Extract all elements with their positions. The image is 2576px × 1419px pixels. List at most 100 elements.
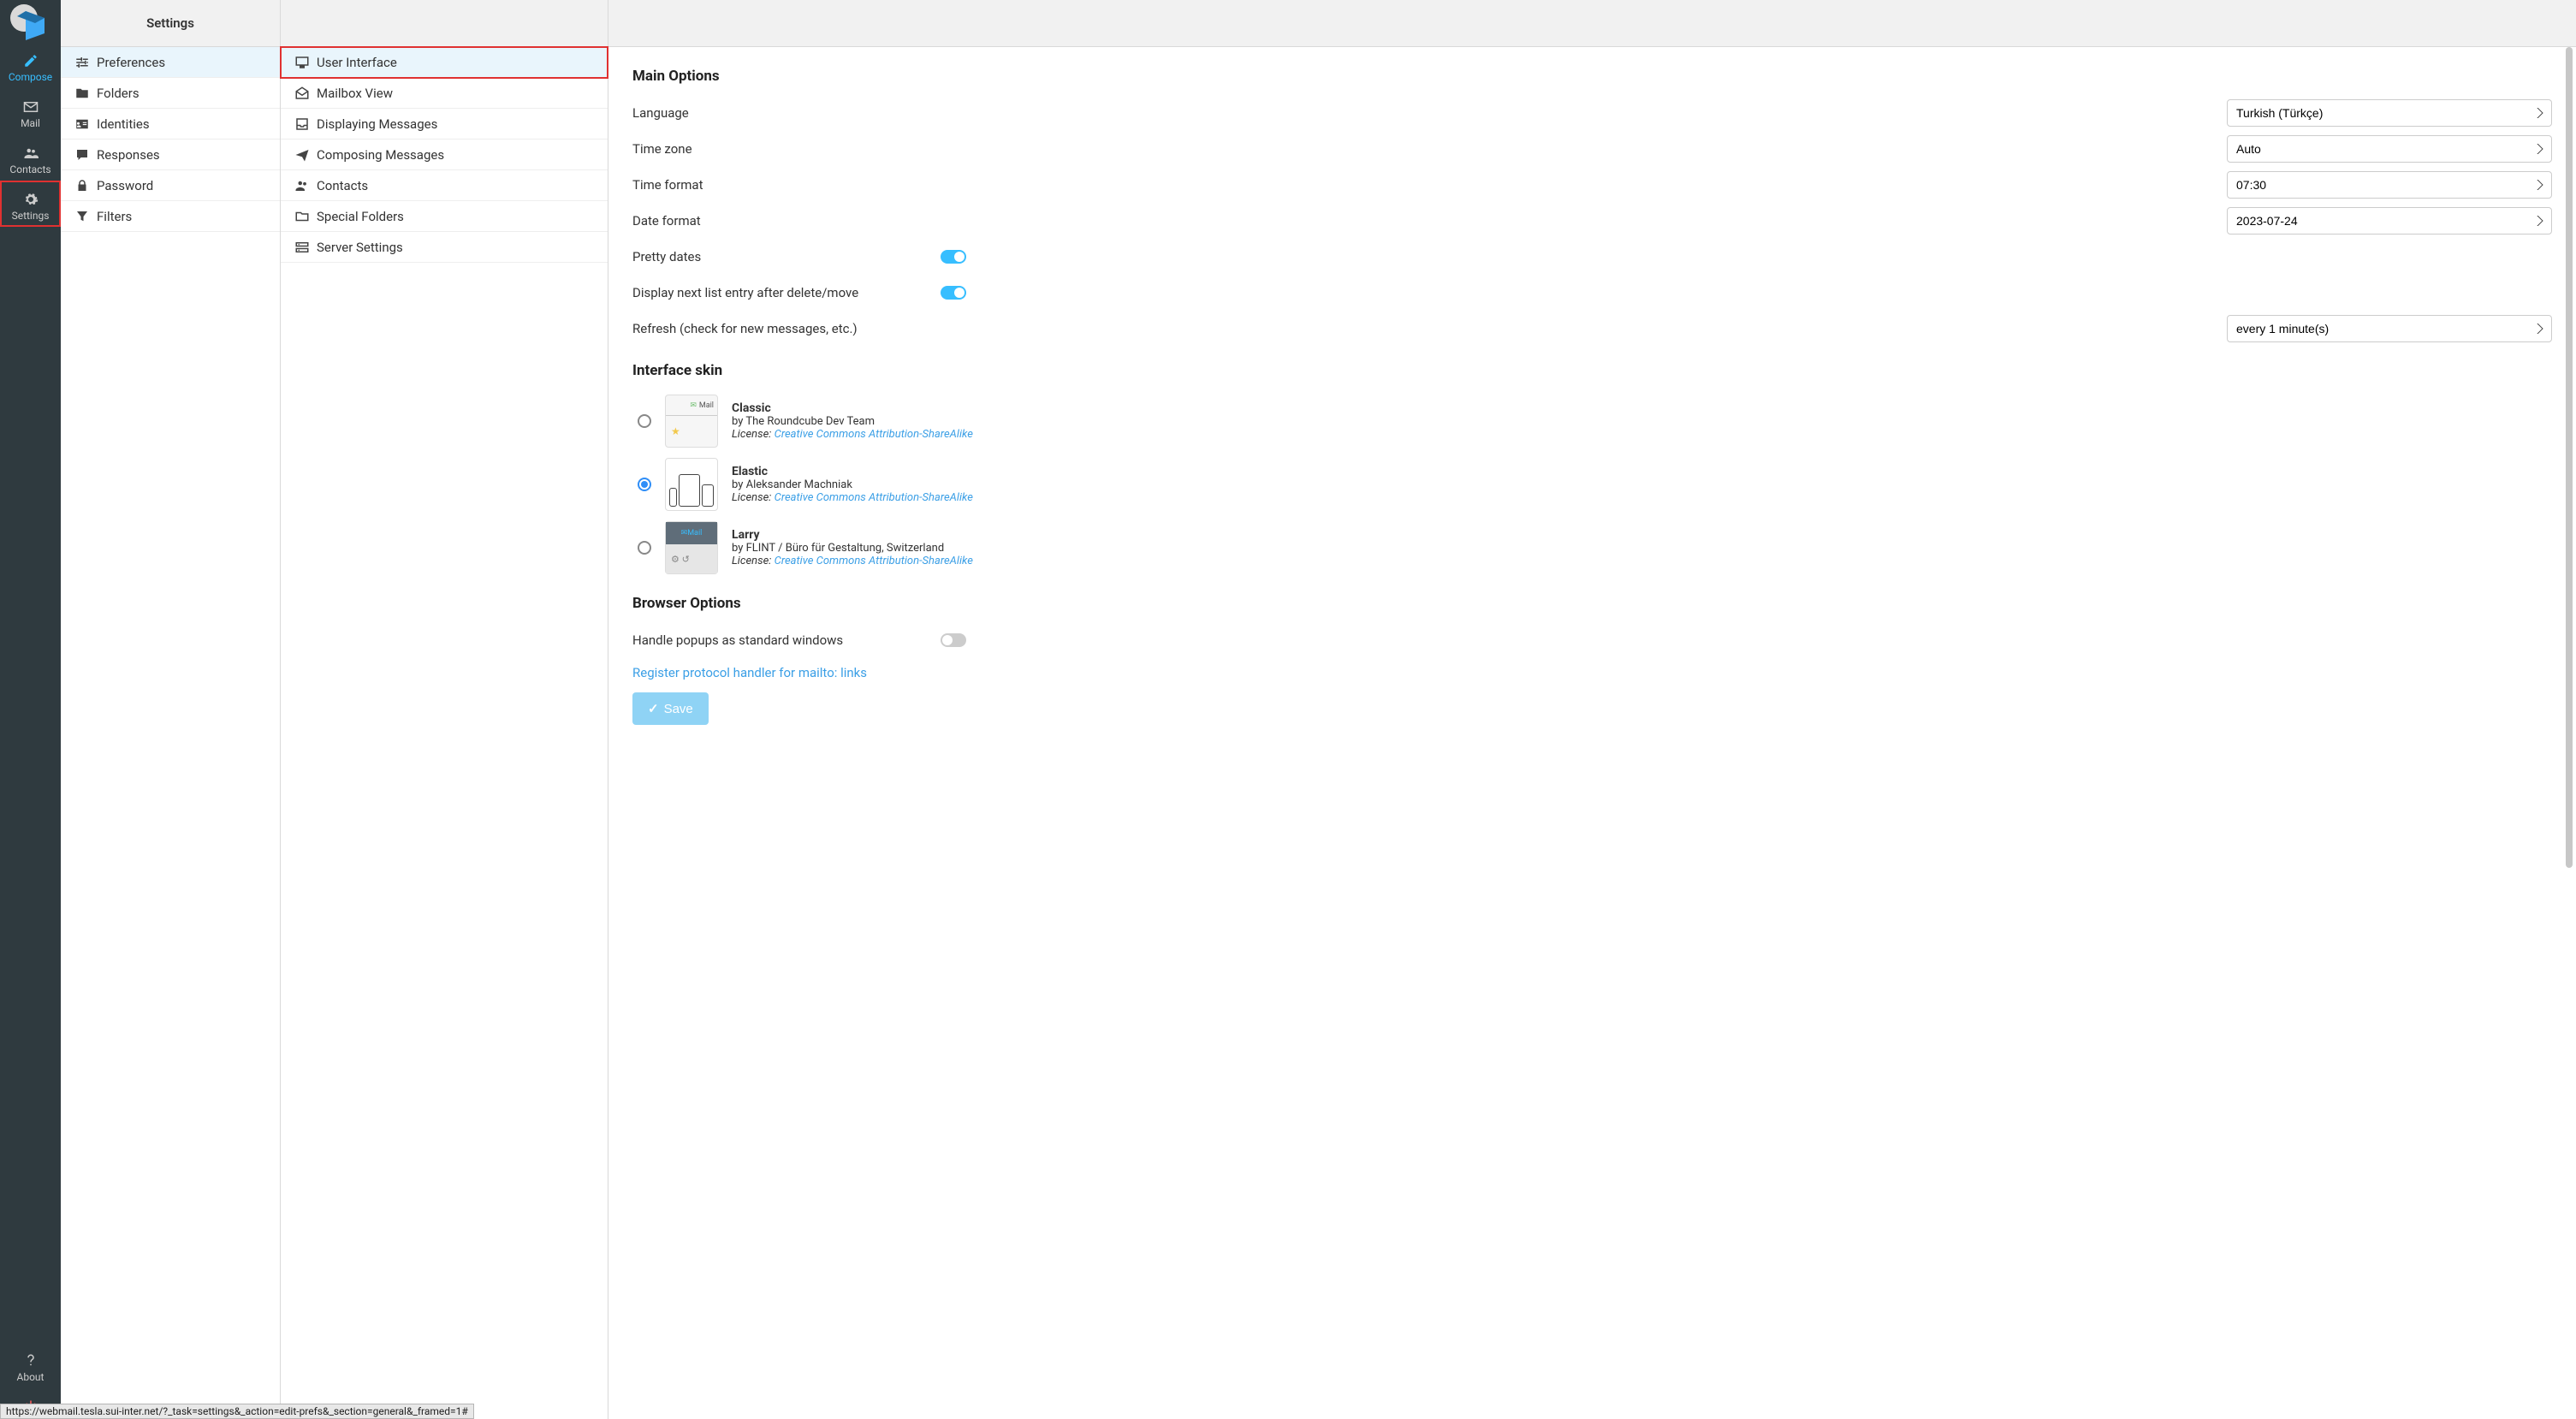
contacts-icon bbox=[0, 141, 61, 162]
desktop-icon bbox=[293, 54, 312, 71]
save-button-label: Save bbox=[664, 702, 693, 716]
comment-icon bbox=[73, 146, 92, 163]
register-mailto-link[interactable]: Register protocol handler for mailto: li… bbox=[632, 665, 867, 680]
question-icon bbox=[0, 1349, 61, 1369]
handle-popups-label: Handle popups as standard windows bbox=[632, 632, 941, 648]
section-server-settings[interactable]: Server Settings bbox=[281, 232, 608, 263]
nav-mail[interactable]: Mail bbox=[0, 88, 61, 134]
skin-elastic-license-link[interactable]: Creative Commons Attribution-ShareAlike bbox=[775, 491, 973, 504]
settings-item-filters[interactable]: Filters bbox=[61, 201, 280, 232]
list-item-label: User Interface bbox=[317, 55, 397, 70]
skin-larry-info: Larry by FLINT / Büro für Gestaltung, Sw… bbox=[732, 528, 973, 567]
lock-icon bbox=[73, 177, 92, 194]
users-icon bbox=[293, 177, 312, 194]
browser-status-bar: https://webmail.tesla.sui-inter.net/?_ta… bbox=[0, 1404, 474, 1419]
skin-option-classic[interactable]: Mail Classic by The Roundcube Dev Team L… bbox=[632, 389, 2552, 453]
list-item-label: Folders bbox=[97, 86, 139, 101]
nav-contacts[interactable]: Contacts bbox=[0, 134, 61, 181]
nav-about[interactable]: About bbox=[0, 1342, 61, 1388]
section-composing-messages[interactable]: Composing Messages bbox=[281, 140, 608, 170]
settings-column: Settings Preferences Folders Identities … bbox=[61, 0, 281, 1419]
app-logo bbox=[5, 3, 56, 42]
list-item-label: Password bbox=[97, 178, 153, 193]
list-item-label: Mailbox View bbox=[317, 86, 393, 101]
display-next-toggle[interactable] bbox=[941, 286, 966, 300]
date-format-select[interactable]: 2023-07-24 bbox=[2227, 207, 2552, 235]
pretty-dates-label: Pretty dates bbox=[632, 249, 941, 264]
id-card-icon bbox=[73, 116, 92, 133]
row-handle-popups: Handle popups as standard windows bbox=[632, 622, 2552, 658]
section-user-interface[interactable]: User Interface bbox=[281, 47, 608, 78]
list-item-label: Contacts bbox=[317, 178, 368, 193]
sections-header bbox=[281, 0, 608, 47]
nav-mail-label: Mail bbox=[21, 117, 40, 129]
timezone-select[interactable]: Auto bbox=[2227, 135, 2552, 163]
section-displaying-messages[interactable]: Displaying Messages bbox=[281, 109, 608, 140]
nav-about-label: About bbox=[17, 1371, 45, 1383]
display-next-label: Display next list entry after delete/mov… bbox=[632, 285, 941, 300]
check-icon: ✓ bbox=[648, 701, 659, 716]
list-item-label: Filters bbox=[97, 209, 132, 224]
mail-icon bbox=[0, 95, 61, 116]
row-pretty-dates: Pretty dates bbox=[632, 239, 2552, 275]
language-select[interactable]: Turkish (Türkçe) bbox=[2227, 99, 2552, 127]
settings-item-responses[interactable]: Responses bbox=[61, 140, 280, 170]
row-date-format: Date format 2023-07-24 bbox=[632, 203, 2552, 239]
skin-classic-license-link[interactable]: Creative Commons Attribution-ShareAlike bbox=[775, 428, 973, 441]
skin-larry-license-link[interactable]: Creative Commons Attribution-ShareAlike bbox=[775, 555, 973, 567]
settings-item-identities[interactable]: Identities bbox=[61, 109, 280, 140]
folder-outline-icon bbox=[293, 208, 312, 225]
pretty-dates-toggle[interactable] bbox=[941, 250, 966, 264]
nav-rail: Compose Mail Contacts Settings About bbox=[0, 0, 61, 1419]
row-timezone: Time zone Auto bbox=[632, 131, 2552, 167]
skin-larry-thumb: Mail⚙ ↺ bbox=[665, 521, 718, 574]
gear-icon bbox=[0, 187, 61, 208]
skin-option-larry[interactable]: Mail⚙ ↺ Larry by FLINT / Büro für Gestal… bbox=[632, 516, 2552, 579]
content-header bbox=[608, 0, 2576, 47]
server-icon bbox=[293, 239, 312, 256]
folder-icon bbox=[73, 85, 92, 102]
interface-skin-heading: Interface skin bbox=[632, 362, 2552, 379]
skin-classic-radio[interactable] bbox=[638, 414, 651, 428]
settings-item-folders[interactable]: Folders bbox=[61, 78, 280, 109]
language-label: Language bbox=[632, 105, 941, 121]
time-format-select[interactable]: 07:30 bbox=[2227, 171, 2552, 199]
skin-classic-thumb: Mail bbox=[665, 395, 718, 448]
row-language: Language Turkish (Türkçe) bbox=[632, 95, 2552, 131]
list-item-label: Responses bbox=[97, 147, 160, 163]
time-format-label: Time format bbox=[632, 177, 941, 193]
paper-plane-icon bbox=[293, 146, 312, 163]
row-time-format: Time format 07:30 bbox=[632, 167, 2552, 203]
main-options-heading: Main Options bbox=[632, 68, 2552, 85]
refresh-select[interactable]: every 1 minute(s) bbox=[2227, 315, 2552, 342]
list-item-label: Server Settings bbox=[317, 240, 403, 255]
list-item-label: Displaying Messages bbox=[317, 116, 437, 132]
save-button[interactable]: ✓ Save bbox=[632, 692, 709, 725]
nav-compose[interactable]: Compose bbox=[0, 42, 61, 88]
nav-settings[interactable]: Settings bbox=[0, 181, 61, 227]
timezone-label: Time zone bbox=[632, 141, 941, 157]
list-item-label: Composing Messages bbox=[317, 147, 444, 163]
nav-compose-label: Compose bbox=[9, 71, 52, 83]
list-item-label: Special Folders bbox=[317, 209, 404, 224]
browser-options-heading: Browser Options bbox=[632, 595, 2552, 612]
skin-larry-radio[interactable] bbox=[638, 541, 651, 555]
settings-item-password[interactable]: Password bbox=[61, 170, 280, 201]
section-contacts[interactable]: Contacts bbox=[281, 170, 608, 201]
skin-elastic-radio[interactable] bbox=[638, 478, 651, 491]
section-mailbox-view[interactable]: Mailbox View bbox=[281, 78, 608, 109]
refresh-label: Refresh (check for new messages, etc.) bbox=[632, 321, 941, 336]
skin-elastic-info: Elastic by Aleksander Machniak License: … bbox=[732, 465, 973, 504]
filter-icon bbox=[73, 208, 92, 225]
list-item-label: Preferences bbox=[97, 55, 165, 70]
sections-column: User Interface Mailbox View Displaying M… bbox=[281, 0, 608, 1419]
skin-elastic-thumb bbox=[665, 458, 718, 511]
settings-item-preferences[interactable]: Preferences bbox=[61, 47, 280, 78]
section-special-folders[interactable]: Special Folders bbox=[281, 201, 608, 232]
list-item-label: Identities bbox=[97, 116, 150, 132]
content-scrollbar[interactable] bbox=[2564, 47, 2574, 1416]
scrollbar-thumb[interactable] bbox=[2566, 47, 2573, 868]
skin-classic-info: Classic by The Roundcube Dev Team Licens… bbox=[732, 401, 973, 441]
handle-popups-toggle[interactable] bbox=[941, 633, 966, 647]
skin-option-elastic[interactable]: Elastic by Aleksander Machniak License: … bbox=[632, 453, 2552, 516]
